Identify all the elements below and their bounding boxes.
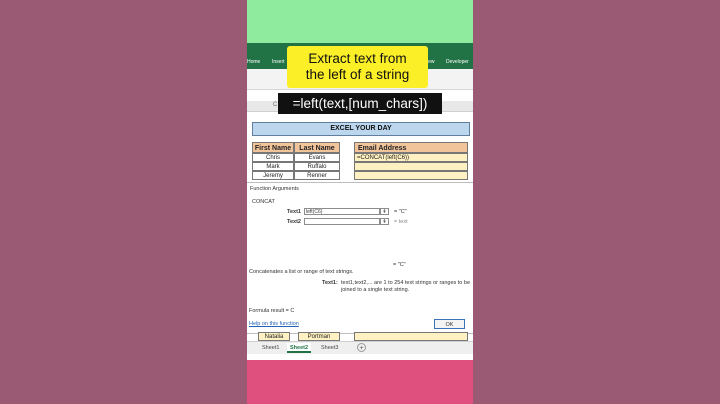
cell-last-name[interactable]: Evans (294, 153, 340, 162)
collapse-icon[interactable]: ⇞ (380, 208, 389, 215)
tab-sheet1[interactable]: Sheet1 (259, 343, 282, 353)
ribbon-tab-home[interactable]: Home (247, 59, 260, 65)
arg1-label: Text1 (287, 209, 301, 215)
title-line-2: the left of a string (305, 67, 410, 82)
arg2-result: = text (394, 219, 408, 225)
cell-first-name[interactable]: Jeremy (252, 171, 294, 180)
cell-first-name[interactable]: Chris (252, 153, 294, 162)
cell-first-name[interactable]: Mark (252, 162, 294, 171)
title-caption: Extract text from the left of a string (287, 46, 428, 88)
ribbon-tab-developer[interactable]: Developer (446, 59, 469, 65)
tab-sheet3[interactable]: Sheet3 (318, 343, 341, 353)
header-last-name[interactable]: Last Name (294, 142, 340, 153)
ribbon-tab-insert[interactable]: Insert (272, 59, 285, 65)
cell-last-name[interactable]: Renner (294, 171, 340, 180)
formula-result: Formula result = C (249, 308, 295, 314)
header-email-address[interactable]: Email Address (354, 142, 468, 153)
column-header-c[interactable]: C (273, 102, 277, 108)
header-first-name[interactable]: First Name (252, 142, 294, 153)
top-color-band (247, 0, 473, 43)
arg-desc-label: Text1: (322, 280, 338, 286)
function-arguments-dialog: Function Arguments CONCAT Text1 left(C6)… (247, 182, 473, 334)
title-line-1: Extract text from (308, 51, 407, 66)
sheet-tab-bar: Sheet1 Sheet2 Sheet3 + (247, 341, 473, 354)
add-sheet-icon[interactable]: + (357, 343, 366, 352)
dialog-title: Function Arguments (250, 186, 299, 192)
function-name: CONCAT (252, 199, 275, 205)
cell-last-name[interactable]: Ruffalo (294, 162, 340, 171)
arg1-result: = "C" (394, 209, 407, 215)
cell-email[interactable] (354, 332, 468, 341)
text2-input[interactable] (304, 218, 380, 225)
arg2-label: Text2 (287, 219, 301, 225)
cell-email[interactable] (354, 162, 468, 171)
bottom-color-band (247, 360, 473, 404)
formula-caption: =left(text,[num_chars]) (278, 93, 442, 114)
text1-input[interactable]: left(C6) (304, 208, 380, 215)
sheet-banner[interactable]: EXCEL YOUR DAY (252, 122, 470, 136)
collapse-icon[interactable]: ⇞ (380, 218, 389, 225)
video-frame: Home Insert iew Developer C Extract text… (247, 0, 473, 404)
tab-sheet2[interactable]: Sheet2 (287, 343, 312, 353)
arg-description: text1,text2,... are 1 to 254 text string… (341, 280, 471, 293)
cell-last-name[interactable]: Portman (298, 332, 340, 341)
cell-email[interactable] (354, 171, 468, 180)
cell-first-name[interactable]: Natalia (258, 332, 290, 341)
function-description: Concatenates a list or range of text str… (249, 269, 354, 275)
function-result-preview: = "C" (393, 262, 406, 268)
ok-button[interactable]: OK (434, 319, 465, 329)
cell-email-formula[interactable]: =CONCAT(left(C6)) (354, 153, 468, 162)
ribbon-tab-view[interactable]: iew (427, 59, 435, 65)
help-link[interactable]: Help on this function (249, 321, 299, 327)
